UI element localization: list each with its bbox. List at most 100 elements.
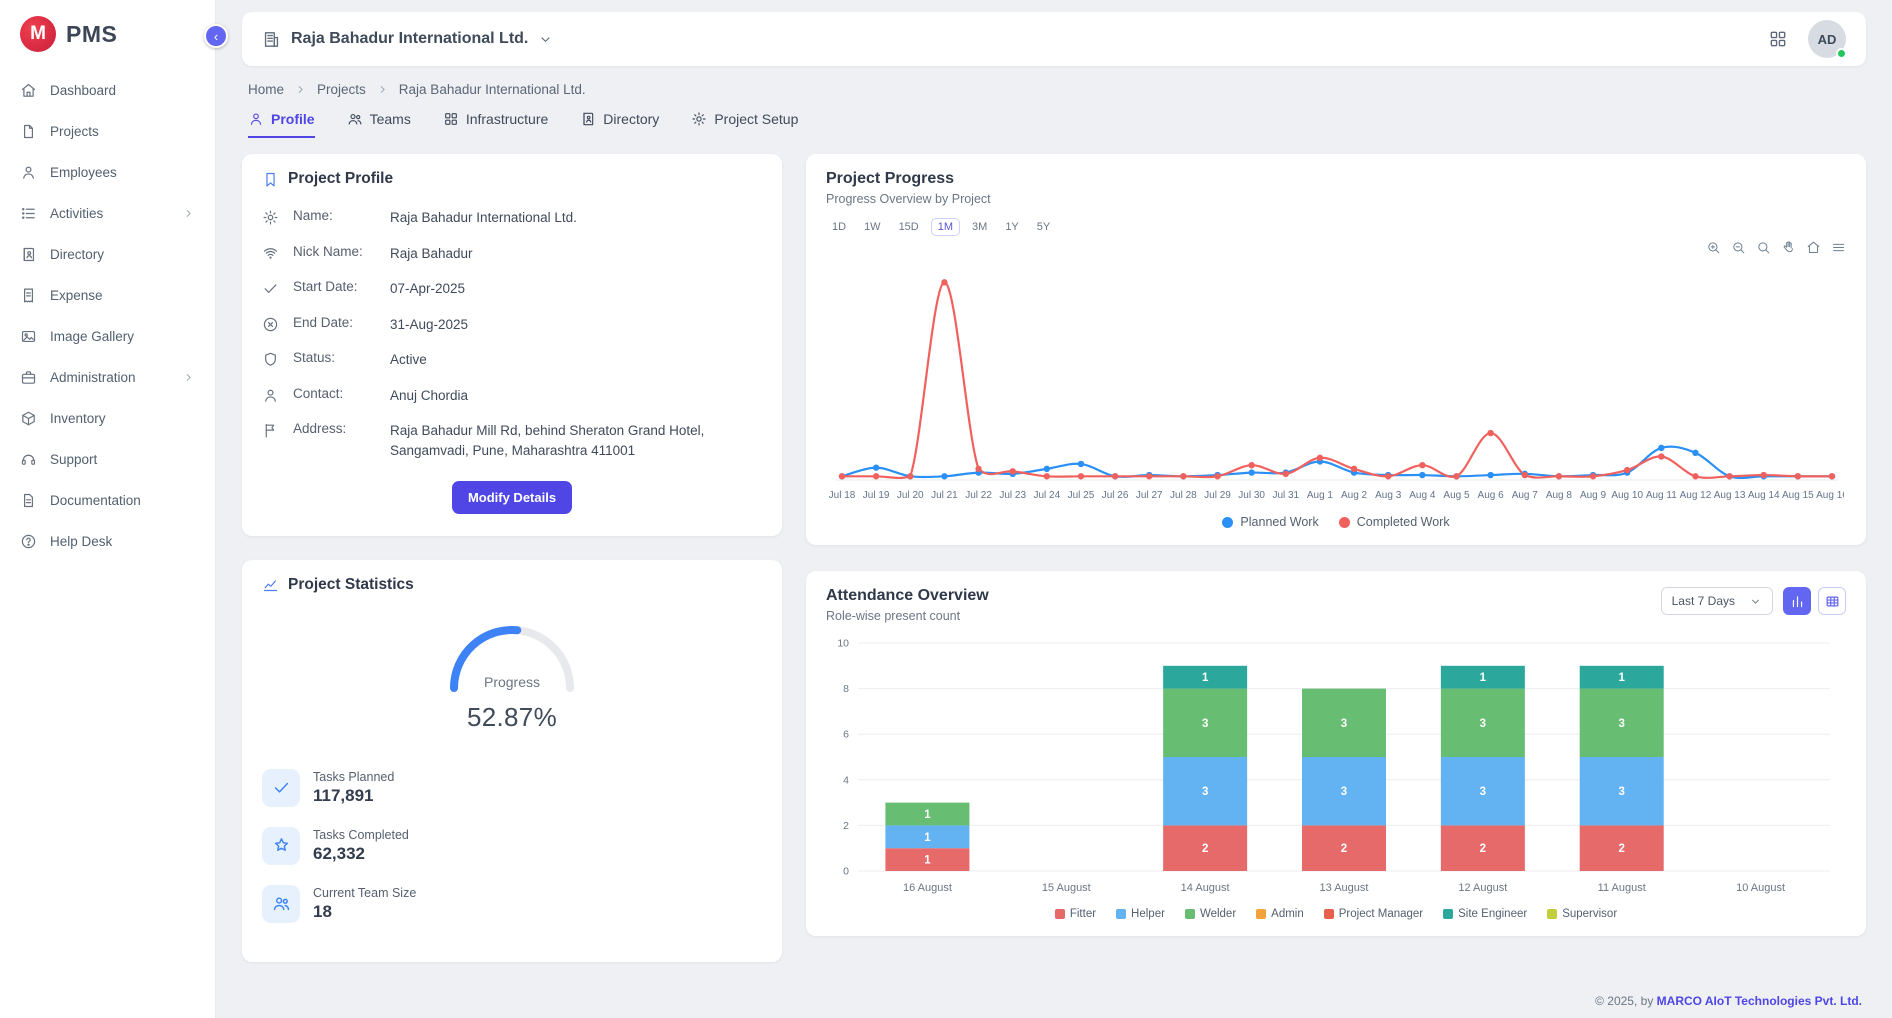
stat-tasks-planned: Tasks Planned 117,891 xyxy=(262,759,762,817)
project-progress-card: Project Progress Progress Overview by Pr… xyxy=(806,154,1866,545)
zoom-in-icon[interactable] xyxy=(1706,240,1721,255)
svg-text:Jul 24: Jul 24 xyxy=(1033,490,1060,501)
tab-project-setup[interactable]: Project Setup xyxy=(691,111,798,138)
legend-project-manager[interactable]: Project Manager xyxy=(1324,908,1423,920)
svg-text:2: 2 xyxy=(1202,843,1208,855)
stat-label: Tasks Planned xyxy=(313,770,394,784)
range-1y-button[interactable]: 1Y xyxy=(999,218,1024,236)
legend-helper[interactable]: Helper xyxy=(1116,908,1165,920)
svg-text:Jul 29: Jul 29 xyxy=(1204,490,1231,501)
legend-supervisor[interactable]: Supervisor xyxy=(1547,908,1617,920)
svg-text:Aug 11: Aug 11 xyxy=(1646,490,1677,501)
progress-gauge: Progress 52.87% xyxy=(262,612,762,733)
svg-text:1: 1 xyxy=(1202,672,1209,684)
expense-icon xyxy=(20,287,37,304)
pan-icon[interactable] xyxy=(1781,240,1796,255)
stat-label: Current Team Size xyxy=(313,886,416,900)
building-icon xyxy=(262,30,281,49)
range-5y-button[interactable]: 5Y xyxy=(1031,218,1056,236)
breadcrumb-item-projects[interactable]: Projects xyxy=(317,82,366,97)
sidebar-item-directory[interactable]: Directory xyxy=(0,234,215,275)
legend-completed-work[interactable]: Completed Work xyxy=(1339,515,1450,529)
table-icon-toggle[interactable] xyxy=(1818,587,1846,615)
svg-text:3: 3 xyxy=(1341,786,1347,798)
menu-icon[interactable] xyxy=(1831,240,1846,255)
user-avatar[interactable]: AD xyxy=(1808,20,1846,58)
modify-details-button[interactable]: Modify Details xyxy=(452,481,572,514)
tab-directory[interactable]: Directory xyxy=(580,111,659,138)
legend-admin[interactable]: Admin xyxy=(1256,908,1304,920)
tab-infrastructure[interactable]: Infrastructure xyxy=(443,111,548,138)
sidebar-item-documentation[interactable]: Documentation xyxy=(0,480,215,521)
range-buttons: 1D 1W 15D 1M 3M 1Y 5Y xyxy=(826,218,1846,236)
brand-name: PMS xyxy=(66,21,117,48)
range-3m-button[interactable]: 3M xyxy=(966,218,993,236)
sidebar-item-label: Activities xyxy=(50,206,169,221)
svg-text:3: 3 xyxy=(1341,718,1347,730)
legend-site-engineer[interactable]: Site Engineer xyxy=(1443,908,1527,920)
legend-planned-work[interactable]: Planned Work xyxy=(1222,515,1318,529)
sidebar-item-label: Projects xyxy=(50,124,195,139)
stat-items: Tasks Planned 117,891 Tasks Completed 62… xyxy=(262,759,762,933)
svg-text:2: 2 xyxy=(843,820,849,832)
legend-fitter[interactable]: Fitter xyxy=(1055,908,1096,920)
sidebar-collapse-button[interactable]: ‹ xyxy=(204,24,228,48)
svg-text:Aug 10: Aug 10 xyxy=(1611,490,1643,501)
sidebar-item-expense[interactable]: Expense xyxy=(0,275,215,316)
person-icon xyxy=(248,111,264,127)
sidebar-item-employees[interactable]: Employees xyxy=(0,152,215,193)
profile-field-end-date: End Date: 31-Aug-2025 xyxy=(262,307,762,343)
sidebar-item-projects[interactable]: Projects xyxy=(0,111,215,152)
inventory-icon xyxy=(20,410,37,427)
gear-icon xyxy=(691,111,707,127)
sidebar-item-image-gallery[interactable]: Image Gallery xyxy=(0,316,215,357)
svg-text:Jul 20: Jul 20 xyxy=(897,490,924,501)
sidebar-item-support[interactable]: Support xyxy=(0,439,215,480)
date-range-select[interactable]: Last 7 Days xyxy=(1661,587,1773,615)
company-selector[interactable]: Raja Bahadur International Ltd. xyxy=(262,30,553,49)
svg-text:6: 6 xyxy=(843,729,849,741)
sidebar-item-label: Dashboard xyxy=(50,83,195,98)
profile-field-status: Status: Active xyxy=(262,342,762,378)
legend-marker xyxy=(1547,909,1557,919)
field-value: Raja Bahadur International Ltd. xyxy=(390,208,762,228)
sidebar-item-dashboard[interactable]: Dashboard xyxy=(0,70,215,111)
svg-text:Jul 23: Jul 23 xyxy=(999,490,1026,501)
chevron-down-icon xyxy=(538,32,553,47)
tab-teams[interactable]: Teams xyxy=(347,111,411,138)
selection-zoom-icon[interactable] xyxy=(1756,240,1771,255)
tab-profile[interactable]: Profile xyxy=(248,111,315,138)
gauge-label: Progress xyxy=(437,674,587,690)
svg-text:13 August: 13 August xyxy=(1320,882,1369,894)
left-column: Project Profile Name: Raja Bahadur Inter… xyxy=(242,154,782,962)
svg-text:3: 3 xyxy=(1619,718,1625,730)
svg-text:16 August: 16 August xyxy=(903,882,952,894)
home-icon[interactable] xyxy=(1806,240,1821,255)
footer: © 2025, by MARCO AIoT Technologies Pvt. … xyxy=(242,984,1866,1010)
range-15d-button[interactable]: 15D xyxy=(893,218,925,236)
attendance-bar-chart: 024681011116 August15 August233114 Augus… xyxy=(826,631,1844,899)
range-1w-button[interactable]: 1W xyxy=(858,218,887,236)
stat-value: 117,891 xyxy=(313,786,394,806)
range-1d-button[interactable]: 1D xyxy=(826,218,852,236)
sidebar-item-label: Inventory xyxy=(50,411,195,426)
sidebar-item-help-desk[interactable]: Help Desk xyxy=(0,521,215,562)
breadcrumb-item-home[interactable]: Home xyxy=(248,82,284,97)
sidebar-item-activities[interactable]: Activities xyxy=(0,193,215,234)
svg-text:Aug 2: Aug 2 xyxy=(1341,490,1368,501)
sidebar-item-inventory[interactable]: Inventory xyxy=(0,398,215,439)
field-value: 31-Aug-2025 xyxy=(390,315,762,335)
legend-welder[interactable]: Welder xyxy=(1185,908,1236,920)
field-label: End Date: xyxy=(293,315,379,330)
sidebar-item-administration[interactable]: Administration xyxy=(0,357,215,398)
footer-company-link[interactable]: MARCO AIoT Technologies Pvt. Ltd. xyxy=(1657,994,1862,1008)
profile-field-contact: Contact: Anuj Chordia xyxy=(262,378,762,414)
brand-logo[interactable]: M PMS xyxy=(0,0,215,70)
zoom-out-icon[interactable] xyxy=(1731,240,1746,255)
right-column: Project Progress Progress Overview by Pr… xyxy=(806,154,1866,936)
tab-bar: Profile Teams Infrastructure Directory P… xyxy=(248,111,1860,138)
apps-grid-icon[interactable] xyxy=(1768,29,1788,49)
range-1m-button[interactable]: 1M xyxy=(931,218,960,236)
svg-text:3: 3 xyxy=(1202,786,1208,798)
bar-chart-icon-toggle[interactable] xyxy=(1783,587,1811,615)
